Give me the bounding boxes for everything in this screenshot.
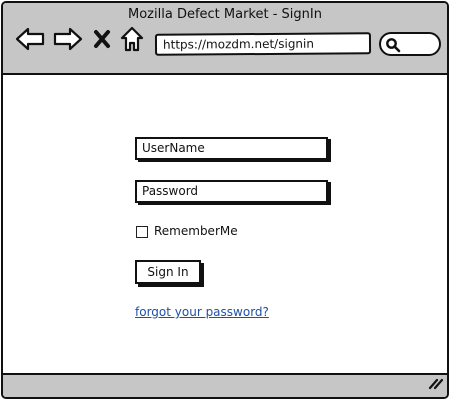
search-icon (386, 38, 401, 53)
forgot-password-link[interactable]: forgot your password? (135, 304, 269, 320)
sign-in-button[interactable]: Sign In (135, 260, 201, 284)
close-icon[interactable] (93, 29, 111, 53)
window-title: Mozilla Defect Market - SignIn (128, 7, 322, 22)
search-box[interactable] (379, 32, 441, 56)
resize-grip-icon[interactable] (427, 375, 444, 394)
address-bar[interactable]: https://mozdm.net/signin (154, 32, 372, 56)
browser-window: Mozilla Defect Market - SignIn https://m… (1, 1, 449, 399)
password-input[interactable]: Password (135, 180, 328, 203)
home-icon[interactable] (119, 25, 145, 57)
remember-me-checkbox[interactable] (136, 226, 148, 238)
arrow-left-icon[interactable] (15, 26, 45, 56)
browser-chrome: Mozilla Defect Market - SignIn https://m… (3, 3, 447, 75)
remember-me-label: RememberMe (154, 224, 238, 238)
username-input[interactable]: UserName (135, 137, 328, 160)
arrow-right-icon[interactable] (53, 26, 83, 56)
page-content: UserName Password RememberMe Sign In for… (3, 75, 447, 373)
status-bar (3, 373, 447, 397)
